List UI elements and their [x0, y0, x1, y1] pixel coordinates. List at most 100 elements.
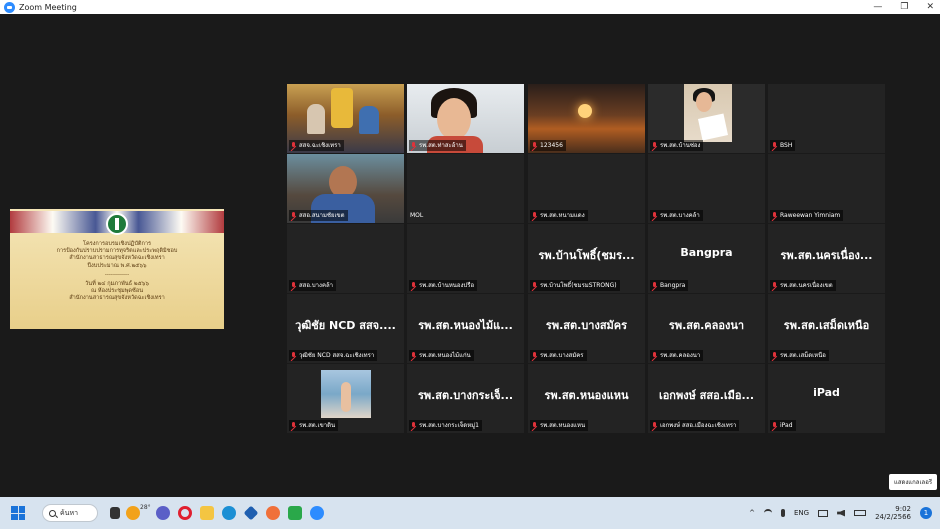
participant-tile[interactable]: Raweewan Yimniam [768, 154, 885, 223]
participant-label: รพ.สต.หนองไม้แก่น [409, 350, 474, 361]
volume-icon[interactable] [837, 509, 846, 517]
muted-mic-icon [410, 281, 417, 290]
participant-label: รพ.สต.นครเนื่องเขต [770, 280, 836, 291]
muted-mic-icon [531, 281, 538, 290]
muted-mic-icon [771, 281, 778, 290]
edge-icon[interactable] [222, 506, 236, 520]
participant-name-large: รพ.สต.บางสมัคร [545, 319, 628, 332]
muted-mic-icon [531, 421, 538, 430]
participant-tile[interactable]: iPad iPad [768, 364, 885, 433]
gallery-view-button[interactable]: แสดงแกลเลอรี [889, 474, 937, 490]
participant-label: สสอ.สนามชัยเขต [289, 210, 348, 221]
shared-screen-line: สำนักงานสาธารณสุขจังหวัดฉะเชิงเทรา [69, 255, 165, 262]
participant-tile[interactable]: เอกพงษ์ สสอ.เมือ... เอกพงษ์ สสอ.เมืองฉะเช… [648, 364, 765, 433]
participant-label: รพ.สต.บางกระเจ็ดหมู่1 [409, 420, 482, 431]
display-icon[interactable] [818, 509, 829, 517]
participant-tile[interactable]: รพ.สต.ท่าสะอ้าน [407, 84, 524, 153]
muted-mic-icon [290, 421, 297, 430]
battery-icon[interactable] [854, 510, 867, 516]
opera-icon[interactable] [178, 506, 192, 520]
muted-mic-icon [531, 141, 538, 150]
participant-label: รพ.สต.คลองนา [650, 350, 704, 361]
language-indicator[interactable]: ENG [794, 509, 809, 517]
muted-mic-icon [651, 351, 658, 360]
participant-name-large: เอกพงษ์ สสอ.เมือ... [658, 389, 755, 402]
title-bar: Zoom Meeting — ❐ ✕ [0, 0, 940, 14]
participant-tile[interactable]: รพ.สต.นครเนื่อง... รพ.สต.นครเนื่องเขต [768, 224, 885, 293]
muted-mic-icon [531, 351, 538, 360]
participant-label: รพ.สต.เสม็ดเหนือ [770, 350, 829, 361]
muted-mic-icon [771, 351, 778, 360]
participant-tile[interactable]: MOL [407, 154, 524, 223]
participant-tile[interactable]: รพ.สต.บางสมัคร รพ.สต.บางสมัคร [528, 294, 645, 363]
close-icon[interactable]: ✕ [926, 2, 934, 12]
participant-label: รพ.สต.บ้านซ่อง [650, 140, 704, 151]
clock[interactable]: 9:02 24/2/2566 [875, 505, 911, 521]
file-explorer-icon[interactable] [200, 506, 214, 520]
participant-name-large: iPad [813, 386, 840, 399]
muted-mic-icon [651, 421, 658, 430]
firefox-icon[interactable] [266, 506, 280, 520]
participant-label: MOL [410, 212, 424, 219]
participant-tile[interactable]: รพ.สต.บ้านหนองปรือ [407, 224, 524, 293]
weather-icon[interactable] [126, 506, 140, 520]
muted-mic-icon [410, 141, 417, 150]
participant-label: รพ.สต.หนองแหน [530, 420, 589, 431]
chat-icon[interactable] [156, 506, 170, 520]
shared-screen-line: ------------ [104, 271, 130, 278]
participant-tile[interactable]: รพ.สต.บางคล้า [648, 154, 765, 223]
participant-label: รพ.บ้านโพธิ์(ชมรมSTRONG) [530, 280, 620, 291]
muted-mic-icon [651, 141, 658, 150]
app-green-icon[interactable] [288, 506, 302, 520]
participant-tile[interactable]: รพ.สต.หนองแหน รพ.สต.หนองแหน [528, 364, 645, 433]
minimize-icon[interactable]: — [873, 2, 882, 12]
participant-tile[interactable]: 123456 [528, 84, 645, 153]
participant-tile[interactable]: รพ.สต.บ้านซ่อง [648, 84, 765, 153]
participant-tile[interactable]: BSH [768, 84, 885, 153]
muted-mic-icon [651, 211, 658, 220]
zoom-logo-icon [4, 1, 15, 13]
muted-mic-icon [771, 141, 778, 150]
muted-mic-icon [410, 421, 417, 430]
participant-tile[interactable]: สสอ.สนามชัยเขต [287, 154, 404, 223]
participant-label: รพ.สต.เขาดิน [289, 420, 339, 431]
participant-name-large: Bangpra [680, 246, 733, 259]
maximize-icon[interactable]: ❐ [900, 2, 908, 12]
participant-tile[interactable]: Bangpra Bangpra [648, 224, 765, 293]
participant-label: รพ.สต.หนามแดง [530, 210, 588, 221]
participant-label: Bangpra [650, 280, 689, 291]
muted-mic-icon [651, 281, 658, 290]
dropbox-icon[interactable] [243, 505, 259, 521]
participant-tile[interactable]: รพ.สต.เขาดิน [287, 364, 404, 433]
participant-label: Raweewan Yimniam [770, 210, 844, 221]
participant-tile[interactable]: รพ.บ้านโพธิ์(ชมร... รพ.บ้านโพธิ์(ชมรมSTRO… [528, 224, 645, 293]
notification-badge[interactable]: 1 [920, 507, 932, 519]
task-view-icon[interactable] [110, 507, 120, 519]
participant-tile[interactable]: รพ.สต.หนองไม้แ... รพ.สต.หนองไม้แก่น [407, 294, 524, 363]
system-tray: ^ ENG 9:02 24/2/2566 1 [749, 497, 932, 529]
wifi-icon[interactable] [764, 509, 772, 517]
tray-caret-icon[interactable]: ^ [749, 509, 755, 517]
participant-tile[interactable]: สสอ.บางคล้า [287, 224, 404, 293]
participant-label: รพ.สต.บ้านหนองปรือ [409, 280, 478, 291]
taskbar-search[interactable]: ค้นหา [42, 504, 98, 522]
participant-name-large: รพ.สต.เสม็ดเหนือ [783, 319, 870, 332]
participant-name-large: รพ.สต.นครเนื่อง... [780, 249, 873, 262]
windows-start-icon[interactable] [11, 506, 25, 520]
participant-label: รพ.สต.บางคล้า [650, 210, 703, 221]
participant-tile[interactable]: รพ.สต.บางกระเจ็... รพ.สต.บางกระเจ็ดหมู่1 [407, 364, 524, 433]
participant-tile[interactable]: รพ.สต.เสม็ดเหนือ รพ.สต.เสม็ดเหนือ [768, 294, 885, 363]
meeting-stage: โครงการอบรมเชิงปฏิบัติการ การป้องกันปราบป… [0, 14, 940, 497]
zoom-taskbar-icon[interactable] [310, 506, 324, 520]
participant-tile[interactable]: รพ.สต.หนามแดง [528, 154, 645, 223]
muted-mic-icon [290, 281, 297, 290]
mic-tray-icon[interactable] [781, 509, 785, 517]
participant-name-large: รพ.สต.หนองแหน [544, 389, 629, 402]
participant-tile[interactable]: สสจ.ฉะเชิงเทรา [287, 84, 404, 153]
muted-mic-icon [771, 421, 778, 430]
participant-label: สสจ.ฉะเชิงเทรา [289, 140, 344, 151]
participant-tile[interactable]: วุฒิชัย NCD สสจ.... วุฒิชัย NCD สสจ.ฉะเชิ… [287, 294, 404, 363]
participant-tile[interactable]: รพ.สต.คลองนา รพ.สต.คลองนา [648, 294, 765, 363]
participant-label: รพ.สต.บางสมัคร [530, 350, 587, 361]
participant-label: รพ.สต.ท่าสะอ้าน [409, 140, 466, 151]
